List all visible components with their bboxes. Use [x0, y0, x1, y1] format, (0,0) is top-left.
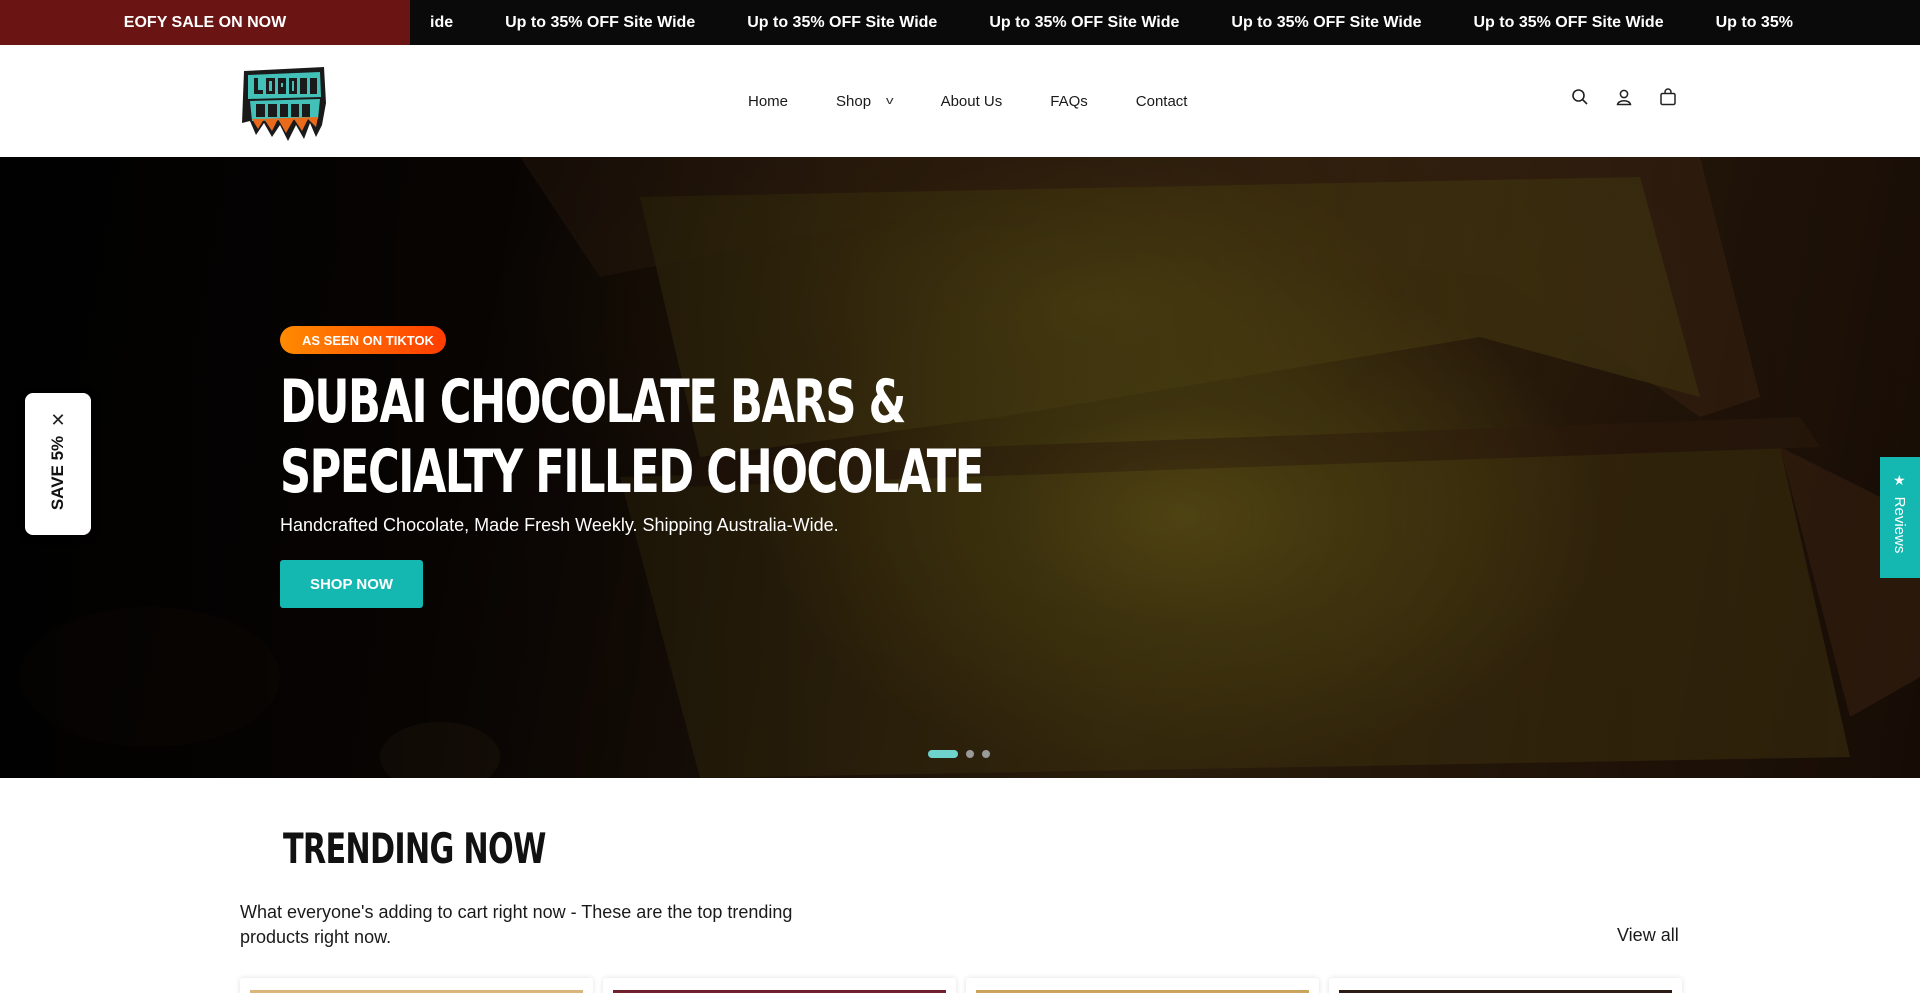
hero-banner: AS SEEN ON TIKTOK DUBAI CHOCOLATE BARS &… — [0, 157, 1920, 778]
announcement-marquee: ide Up to 35% OFF Site Wide Up to 35% OF… — [410, 0, 1920, 45]
trending-title: TRENDING NOW — [283, 824, 546, 873]
reviews-label: Reviews — [1891, 496, 1909, 554]
nav-about-label: About Us — [940, 92, 1003, 110]
marquee-item: Up to 35% OFF Site Wide — [989, 13, 1180, 31]
trending-description: What everyone's adding to cart right now… — [240, 902, 793, 947]
nav-faqs-label: FAQs — [1050, 92, 1088, 110]
slide-dot-1[interactable] — [928, 750, 958, 758]
view-all-link[interactable]: View all — [1617, 925, 1679, 946]
nav-shop-label: Shop — [836, 92, 872, 110]
site-header: Home Shop v About Us FAQs Contact — [0, 45, 1920, 157]
marquee-item: Up to 35% — [1715, 13, 1793, 31]
tiktok-badge: AS SEEN ON TIKTOK — [280, 326, 446, 354]
nav-contact[interactable]: Contact — [1136, 93, 1188, 110]
shop-now-button[interactable]: SHOP NOW — [280, 560, 423, 608]
hero-title-line: DUBAI CHOCOLATE BARS & — [280, 367, 906, 437]
marquee-item: Up to 35% OFF Site Wide — [1473, 13, 1664, 31]
main-nav: Home Shop v About Us FAQs Contact — [748, 45, 1235, 157]
sale-label[interactable]: EOFY SALE ON NOW — [0, 0, 410, 45]
product-card[interactable] — [966, 978, 1319, 993]
marquee-item: Up to 35% OFF Site Wide — [505, 13, 696, 31]
product-card[interactable] — [603, 978, 956, 993]
hero-subtitle: Handcrafted Chocolate, Made Fresh Weekly… — [280, 515, 839, 535]
marquee-item: ide — [430, 13, 454, 31]
nav-shop[interactable]: Shop v — [836, 92, 894, 110]
close-icon[interactable]: ✕ — [49, 411, 67, 429]
search-icon[interactable] — [1568, 85, 1592, 109]
cart-icon[interactable] — [1656, 85, 1680, 109]
product-card[interactable] — [1329, 978, 1682, 993]
marquee-item: Up to 35% OFF Site Wide — [747, 13, 938, 31]
product-cards — [240, 978, 1682, 993]
nav-home-label: Home — [748, 92, 789, 110]
hero-title-line: SPECIALTY FILLED CHOCOLATE — [280, 437, 984, 507]
slider-dots — [928, 750, 990, 758]
nav-faqs[interactable]: FAQs — [1050, 93, 1088, 110]
account-icon[interactable] — [1612, 85, 1636, 109]
hero-title: DUBAI CHOCOLATE BARS & SPECIALTY FILLED … — [280, 367, 984, 507]
reviews-tab[interactable]: ★ Reviews — [1880, 457, 1920, 578]
nav-about-us[interactable]: About Us — [941, 93, 1003, 110]
slide-dot-3[interactable] — [982, 750, 990, 758]
nav-contact-label: Contact — [1135, 92, 1188, 110]
product-card[interactable] — [240, 978, 593, 993]
slide-dot-2[interactable] — [966, 750, 974, 758]
logo-graphic — [242, 67, 326, 141]
save-label: SAVE 5% — [48, 435, 67, 511]
marquee-item: Up to 35% OFF Site Wide — [1231, 13, 1422, 31]
save-5-widget[interactable]: ✕ SAVE 5% — [25, 393, 91, 535]
announcement-bar: EOFY SALE ON NOW ide Up to 35% OFF Site … — [0, 0, 1920, 45]
chevron-down-icon: v — [885, 95, 894, 107]
header-icons — [1568, 85, 1680, 109]
nav-home[interactable]: Home — [748, 93, 788, 110]
site-logo[interactable] — [238, 63, 330, 141]
